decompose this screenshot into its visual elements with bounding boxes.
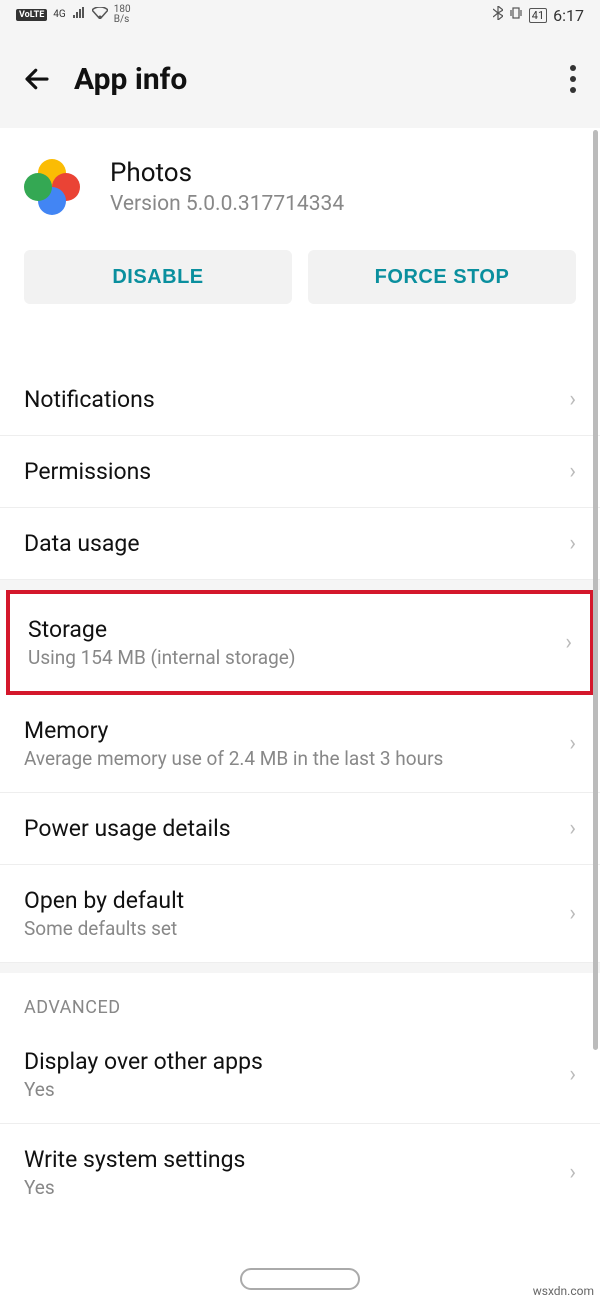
display-over-apps-label: Display over other apps bbox=[24, 1048, 263, 1075]
battery-icon: 41 bbox=[529, 8, 547, 23]
data-usage-item[interactable]: Data usage › bbox=[0, 508, 600, 580]
data-usage-label: Data usage bbox=[24, 530, 140, 557]
vibrate-icon bbox=[509, 6, 523, 24]
storage-highlight: Storage Using 154 MB (internal storage) … bbox=[6, 590, 594, 695]
chevron-right-icon: › bbox=[569, 901, 576, 926]
disable-button[interactable]: DISABLE bbox=[24, 250, 292, 304]
force-stop-button[interactable]: FORCE STOP bbox=[308, 250, 576, 304]
notifications-label: Notifications bbox=[24, 386, 155, 413]
storage-sublabel: Using 154 MB (internal storage) bbox=[28, 646, 295, 669]
chevron-right-icon: › bbox=[569, 531, 576, 556]
chevron-right-icon: › bbox=[569, 1062, 576, 1087]
storage-item[interactable]: Storage Using 154 MB (internal storage) … bbox=[10, 594, 590, 691]
content: Photos Version 5.0.0.317714334 DISABLE F… bbox=[0, 128, 600, 1221]
notifications-item[interactable]: Notifications › bbox=[0, 364, 600, 436]
chevron-right-icon: › bbox=[569, 387, 576, 412]
back-button[interactable] bbox=[20, 62, 54, 96]
bluetooth-icon bbox=[493, 6, 503, 24]
speed-indicator: 180 B/s bbox=[114, 5, 131, 25]
app-name: Photos bbox=[110, 158, 344, 188]
open-by-default-item[interactable]: Open by default Some defaults set › bbox=[0, 865, 600, 963]
power-usage-label: Power usage details bbox=[24, 815, 231, 842]
status-bar: VoLTE 4G 180 B/s 41 6:17 bbox=[0, 0, 600, 30]
memory-item[interactable]: Memory Average memory use of 2.4 MB in t… bbox=[0, 695, 600, 793]
app-bar: App info bbox=[0, 30, 600, 128]
page-title: App info bbox=[74, 62, 187, 97]
status-right: 41 6:17 bbox=[493, 6, 584, 25]
chevron-right-icon: › bbox=[569, 731, 576, 756]
network-label: 4G bbox=[53, 10, 65, 20]
chevron-right-icon: › bbox=[565, 630, 572, 655]
permissions-item[interactable]: Permissions › bbox=[0, 436, 600, 508]
speed-unit: B/s bbox=[114, 15, 131, 25]
app-header-row: Photos Version 5.0.0.317714334 bbox=[0, 128, 600, 240]
memory-sublabel: Average memory use of 2.4 MB in the last… bbox=[24, 747, 443, 770]
section-divider bbox=[0, 963, 600, 973]
action-button-row: DISABLE FORCE STOP bbox=[0, 240, 600, 334]
app-title-block: Photos Version 5.0.0.317714334 bbox=[110, 158, 344, 216]
write-system-settings-label: Write system settings bbox=[24, 1146, 245, 1173]
permissions-label: Permissions bbox=[24, 458, 151, 485]
open-by-default-label: Open by default bbox=[24, 887, 184, 914]
storage-label: Storage bbox=[28, 616, 295, 643]
photos-app-icon bbox=[24, 159, 80, 215]
watermark: wsxdn.com bbox=[533, 1284, 594, 1298]
write-system-settings-item[interactable]: Write system settings Yes › bbox=[0, 1124, 600, 1221]
volte-badge: VoLTE bbox=[16, 9, 47, 21]
signal-icon bbox=[72, 7, 86, 23]
chevron-right-icon: › bbox=[569, 1160, 576, 1185]
power-usage-item[interactable]: Power usage details › bbox=[0, 793, 600, 865]
gesture-nav-pill[interactable] bbox=[240, 1268, 360, 1290]
open-by-default-sublabel: Some defaults set bbox=[24, 917, 184, 940]
chevron-right-icon: › bbox=[569, 459, 576, 484]
wifi-icon bbox=[92, 7, 108, 23]
display-over-apps-item[interactable]: Display over other apps Yes › bbox=[0, 1026, 600, 1124]
memory-label: Memory bbox=[24, 717, 443, 744]
write-system-settings-sublabel: Yes bbox=[24, 1176, 245, 1199]
time-label: 6:17 bbox=[553, 6, 584, 25]
app-version: Version 5.0.0.317714334 bbox=[110, 192, 344, 216]
advanced-section-header: ADVANCED bbox=[0, 973, 600, 1026]
overflow-menu-button[interactable] bbox=[570, 65, 576, 93]
display-over-apps-sublabel: Yes bbox=[24, 1078, 263, 1101]
chevron-right-icon: › bbox=[569, 816, 576, 841]
section-divider bbox=[0, 580, 600, 590]
status-left: VoLTE 4G 180 B/s bbox=[16, 5, 131, 25]
scrollbar[interactable] bbox=[593, 130, 598, 1050]
